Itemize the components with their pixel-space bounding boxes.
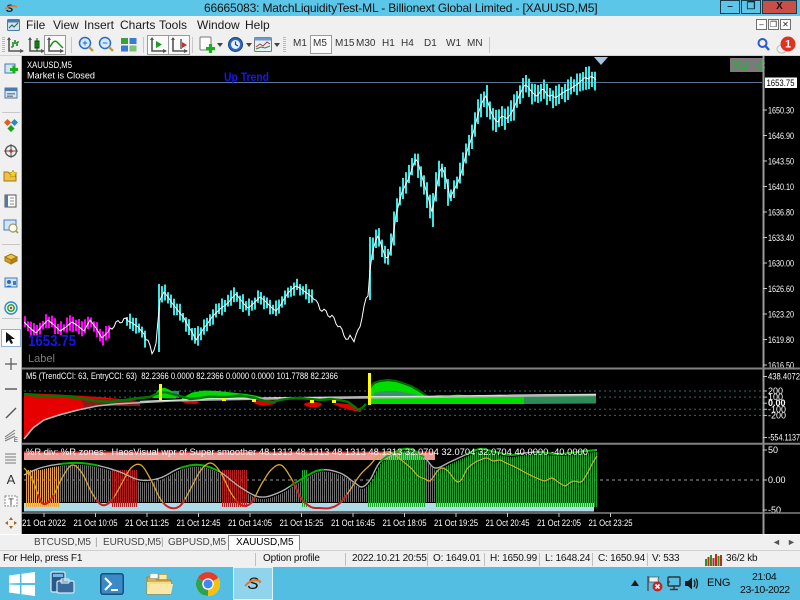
svg-text:M5 (TrendCCI: 63, EntryCCI: 63: M5 (TrendCCI: 63, EntryCCI: 63) 82.2366 …	[26, 371, 338, 382]
svg-text:Market is Closed: Market is Closed	[27, 71, 95, 82]
svg-text:1619.80: 1619.80	[768, 335, 794, 346]
svg-text:21 Oct 19:25: 21 Oct 19:25	[434, 518, 478, 529]
svg-text:S: S	[6, 3, 14, 14]
svg-text:1643.50: 1643.50	[768, 157, 794, 168]
svg-text:%R div: %R zones: HaosVisual: %R div: %R zones: HaosVisual wpr of Supe…	[26, 447, 588, 458]
svg-text:1623.20: 1623.20	[768, 310, 794, 321]
svg-text:1646.90: 1646.90	[768, 131, 794, 142]
svg-text:21 Oct 11:25: 21 Oct 11:25	[125, 518, 169, 529]
svg-text:438.4072: 438.4072	[768, 372, 800, 382]
svg-text:21 Oct 14:05: 21 Oct 14:05	[228, 518, 272, 529]
svg-text:Up Trend: Up Trend	[224, 70, 269, 84]
svg-text:XAUUSD,M5: XAUUSD,M5	[27, 60, 72, 71]
svg-text:21 Oct 23:25: 21 Oct 23:25	[589, 518, 633, 529]
svg-text:21 Oct 10:05: 21 Oct 10:05	[74, 518, 118, 529]
svg-text:−: −	[102, 38, 107, 48]
svg-text:1636.80: 1636.80	[768, 208, 794, 219]
svg-text:1633.40: 1633.40	[768, 233, 794, 244]
svg-text:21 Oct 15:25: 21 Oct 15:25	[280, 518, 324, 529]
svg-text:E: E	[14, 438, 18, 444]
svg-text:-554.1137: -554.1137	[768, 433, 800, 443]
svg-text:+: +	[82, 38, 87, 48]
svg-text:1630.00: 1630.00	[768, 259, 794, 270]
svg-text:1650.30: 1650.30	[768, 106, 794, 117]
svg-text:0.00: 0.00	[768, 475, 786, 485]
svg-text:21 Oct 20:45: 21 Oct 20:45	[486, 518, 530, 529]
svg-text:1: 1	[785, 39, 791, 51]
svg-text:21 Oct 18:05: 21 Oct 18:05	[383, 518, 427, 529]
svg-text:21 Oct 16:45: 21 Oct 16:45	[331, 518, 375, 529]
svg-text:A: A	[7, 472, 16, 487]
svg-text:21 Oct 2022: 21 Oct 2022	[22, 518, 66, 529]
svg-text:1616.50: 1616.50	[768, 361, 794, 372]
svg-text:1653.75: 1653.75	[28, 333, 76, 350]
svg-text:XU+ C: XU+ C	[733, 60, 766, 72]
svg-text:21 Oct 22:05: 21 Oct 22:05	[537, 518, 581, 529]
svg-text:21 Oct 12:45: 21 Oct 12:45	[177, 518, 221, 529]
svg-text:1640.10: 1640.10	[768, 182, 794, 193]
svg-text:1626.60: 1626.60	[768, 284, 794, 295]
svg-text:Label: Label	[28, 353, 55, 365]
svg-text:50: 50	[768, 445, 778, 455]
svg-text:1653.75: 1653.75	[767, 78, 795, 89]
svg-text:T: T	[8, 497, 14, 507]
svg-text:-200: -200	[768, 410, 786, 420]
